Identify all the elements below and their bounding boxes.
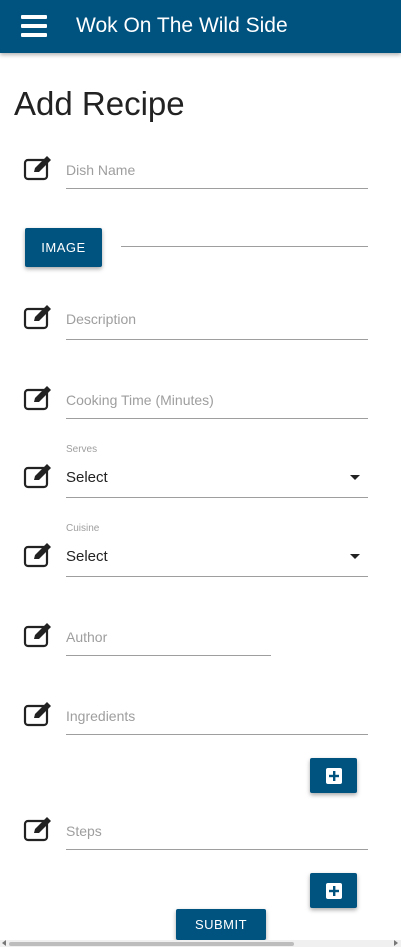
scroll-left-arrow-icon[interactable] [2,940,6,946]
ingredients-underline [66,734,368,735]
edit-icon [23,702,51,727]
image-filename-line [121,246,368,247]
add-ingredient-button[interactable] [310,758,357,793]
edit-icon [23,156,51,181]
cuisine-dropdown-arrow-icon[interactable] [350,554,360,559]
ingredients-input[interactable]: Ingredients [66,707,135,725]
dish-name-underline [66,188,368,189]
serves-label: Serves [66,444,98,455]
author-underline [66,655,271,656]
cooking-time-underline [66,418,368,419]
cuisine-label: Cuisine [66,523,100,534]
cooking-time-input[interactable]: Cooking Time (Minutes) [66,391,214,409]
page-title: Add Recipe [14,85,185,122]
serves-underline [66,497,368,498]
edit-icon [23,817,51,842]
dish-name-input[interactable]: Dish Name [66,161,135,179]
scroll-right-arrow-icon[interactable] [394,940,398,946]
serves-select[interactable]: Select [66,468,108,488]
image-upload-button[interactable]: IMAGE [25,228,102,267]
serves-dropdown-arrow-icon[interactable] [350,475,360,480]
horizontal-scrollbar[interactable] [0,940,401,947]
edit-icon [23,464,51,489]
plus-square-icon [325,882,342,899]
cuisine-select[interactable]: Select [66,547,108,567]
top-navbar: Wok On The Wild Side [0,0,401,53]
scrollbar-thumb[interactable] [9,942,294,946]
author-input[interactable]: Author [66,628,107,646]
hamburger-menu-icon[interactable] [21,15,47,37]
description-input[interactable]: Description [66,310,136,328]
steps-input[interactable]: Steps [66,822,102,840]
cuisine-underline [66,576,368,577]
brand-title[interactable]: Wok On The Wild Side [76,13,288,39]
submit-button[interactable]: SUBMIT [176,909,266,940]
edit-icon [23,543,51,568]
edit-icon [23,305,51,330]
add-step-button[interactable] [310,873,357,908]
steps-underline [66,849,368,850]
description-underline [66,339,368,340]
edit-icon [23,623,51,648]
plus-square-icon [325,767,342,784]
edit-icon [23,386,51,411]
